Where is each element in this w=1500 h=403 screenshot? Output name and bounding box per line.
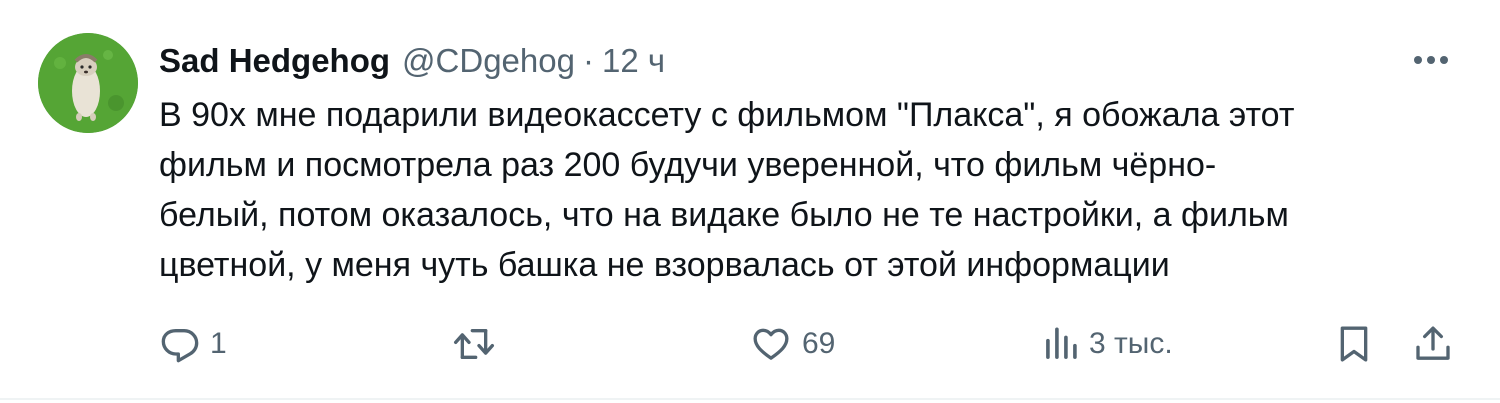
reply-count: 1: [210, 327, 227, 360]
tweet-header: Sad Hedgehog @CDgehog · 12 ч: [159, 38, 665, 84]
reply-icon: [161, 329, 199, 363]
hedgehog-avatar-icon: [38, 33, 138, 133]
tweet[interactable]: Sad Hedgehog @CDgehog · 12 ч В 90х мне п…: [0, 0, 1500, 400]
tweet-text: В 90х мне подарили видеокассету с фильмо…: [159, 90, 1459, 290]
tweet-text-line: В 90х мне подарили видеокассету с фильмо…: [159, 96, 1295, 134]
avatar[interactable]: [38, 33, 138, 133]
tweet-text-line: фильм и посмотрела раз 200 будучи уверен…: [159, 146, 1217, 184]
views-icon: [1046, 327, 1077, 359]
bookmark-button[interactable]: [1336, 318, 1372, 370]
reply-button[interactable]: 1: [160, 318, 227, 370]
tweet-actions: 1 69 3 тыс.: [0, 318, 1500, 370]
views-count: 3 тыс.: [1089, 327, 1173, 360]
retweet-button[interactable]: [452, 318, 506, 370]
views-button[interactable]: 3 тыс.: [1043, 318, 1173, 370]
like-count: 69: [802, 327, 836, 360]
share-icon: [1416, 326, 1450, 360]
retweet-icon: [453, 329, 494, 359]
header-separator: ·: [582, 42, 594, 79]
author-name[interactable]: Sad Hedgehog: [159, 42, 390, 80]
tweet-text-line: цветной, у меня чуть башка не взорвалась…: [159, 246, 1170, 284]
more-button[interactable]: [1408, 42, 1454, 78]
tweet-text-line: белый, потом оказалось, что на видаке бы…: [159, 196, 1289, 234]
like-button[interactable]: 69: [750, 318, 835, 370]
tweet-timestamp[interactable]: 12 ч: [602, 42, 665, 80]
heart-icon: [753, 328, 789, 360]
share-button[interactable]: [1413, 318, 1453, 370]
bookmark-icon: [1340, 326, 1368, 362]
more-icon: [1414, 56, 1448, 64]
author-handle[interactable]: @CDgehog: [402, 42, 575, 80]
